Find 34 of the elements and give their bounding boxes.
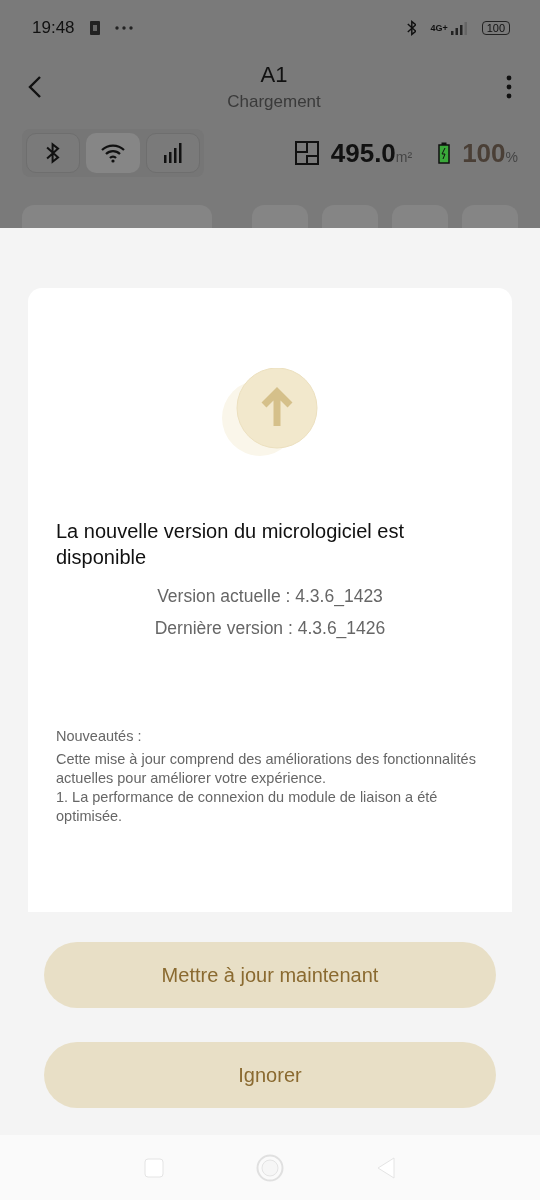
current-version: Version actuelle : 4.3.6_1423 <box>156 585 384 608</box>
signal-icon <box>449 20 468 35</box>
network-type: 4G+ <box>430 22 448 33</box>
bluetooth-icon <box>46 142 60 164</box>
device-name: A1 <box>260 62 288 88</box>
upload-arrow-icon <box>220 368 320 458</box>
area-value: 495.0 <box>330 137 396 169</box>
latest-version: Dernière version : 4.3.6_1426 <box>153 617 387 640</box>
connection-tab[interactable] <box>26 133 80 173</box>
wifi-icon <box>100 143 126 163</box>
back-nav-icon[interactable] <box>376 1155 396 1180</box>
connection-tab[interactable] <box>86 133 140 173</box>
action-button[interactable]: Mettre à jour maintenant <box>44 942 496 1008</box>
notes-heading: Nouveautés : <box>56 728 143 744</box>
more-icon <box>114 25 133 30</box>
device-status: Chargement <box>227 92 321 112</box>
bluetooth-icon <box>406 19 417 36</box>
release-note: Cette mise à jour comprend des améliorations des fonctionnalités actuelles pour améliorer votre expérience. <box>56 750 477 788</box>
battery-unit: % <box>505 148 518 165</box>
sim-icon <box>88 19 101 36</box>
recent-apps-icon[interactable] <box>144 1157 164 1178</box>
back-icon[interactable] <box>28 75 42 99</box>
release-note: 1. La performance de connexion du module de liaison a été optimisée. <box>56 788 439 826</box>
more-options-icon[interactable] <box>506 75 512 99</box>
dialog-title: La nouvelle version du micrologiciel est disponible <box>56 519 405 570</box>
action-button[interactable]: Ignorer <box>44 1042 496 1108</box>
connection-tab[interactable] <box>146 133 200 173</box>
signal-icon <box>163 142 183 164</box>
battery-value: 100 <box>462 137 506 169</box>
battery-level: 100 <box>481 20 510 35</box>
home-icon[interactable] <box>256 1153 284 1182</box>
floor-plan-icon <box>294 141 319 165</box>
status-time: 19:48 <box>32 17 75 38</box>
battery-icon <box>438 142 451 164</box>
